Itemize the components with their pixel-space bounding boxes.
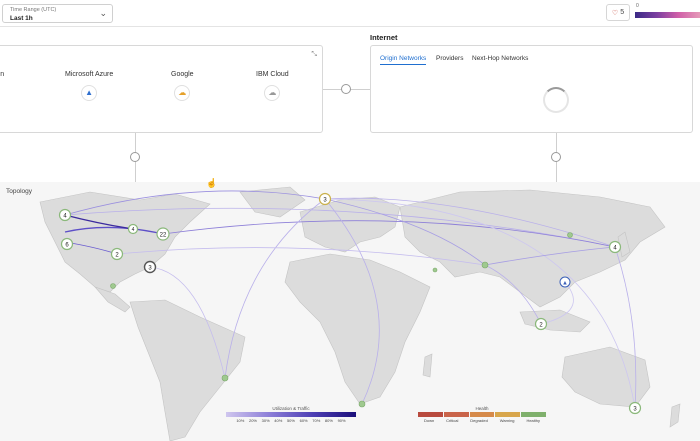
africa bbox=[284, 253, 431, 405]
cloud-item-amazon[interactable]: azon m bbox=[0, 71, 4, 101]
internet-title: Internet bbox=[370, 33, 398, 42]
azure-icon: ▲ bbox=[81, 85, 98, 101]
topology-node[interactable]: 22 bbox=[156, 227, 170, 241]
topology-node[interactable]: 4 bbox=[127, 223, 139, 235]
color-scale-bar bbox=[635, 12, 700, 18]
chevron-down-icon: ⌄ bbox=[99, 8, 107, 18]
health-legend-title: Health bbox=[475, 406, 489, 411]
ibm-cloud-icon: ☁ bbox=[264, 85, 281, 101]
cloud-item-label: Microsoft Azure bbox=[65, 71, 114, 78]
southeast-asia bbox=[519, 309, 591, 333]
svg-text:22: 22 bbox=[160, 233, 167, 239]
topology-node[interactable]: 4 bbox=[58, 208, 72, 222]
heart-icon: ♡ bbox=[611, 9, 619, 17]
australia bbox=[561, 346, 651, 408]
central-america bbox=[94, 286, 131, 313]
cloud-item-label: azon bbox=[0, 71, 5, 78]
cloud-providers-panel: ⤡ azon m Microsoft Azure ▲ Google ☁ IBM … bbox=[0, 45, 323, 133]
utilization-legend: Utilization & Traffic 10% 20% 30% 40% 50… bbox=[226, 406, 356, 436]
tick-label: 90% bbox=[337, 418, 346, 423]
tick-label: 30% bbox=[261, 418, 270, 423]
health-label: Healthy bbox=[526, 418, 540, 423]
tick-label: 10% bbox=[236, 418, 245, 423]
world-map: 4 3 22 2 6 3 4 2 3 4 ▲ bbox=[39, 186, 681, 441]
cloud-item-label: Google bbox=[171, 71, 194, 78]
tick-label: 60% bbox=[299, 418, 308, 423]
topology-label: Topology bbox=[6, 188, 33, 195]
collapse-icon[interactable]: ⤡ bbox=[311, 51, 317, 59]
health-label: Warning bbox=[499, 418, 515, 423]
cloud-item-ibm[interactable]: IBM Cloud ☁ bbox=[256, 71, 289, 101]
health-legend: Health Down Critical Degraded Warning He… bbox=[418, 406, 546, 436]
cloud-item-label: IBM Cloud bbox=[256, 71, 289, 78]
topology-node[interactable]: 4 bbox=[608, 240, 622, 254]
utilization-legend-title: Utilization & Traffic bbox=[272, 406, 310, 411]
topology-node[interactable]: 2 bbox=[534, 317, 548, 331]
topology-node[interactable]: 3 bbox=[628, 401, 642, 415]
favorites-button[interactable]: ♡ 5 bbox=[606, 4, 630, 21]
topology-node[interactable]: 3 bbox=[143, 260, 157, 274]
svg-text:▲: ▲ bbox=[562, 281, 568, 287]
time-range-selector[interactable]: Time Range (UTC) Last 1h ⌄ bbox=[2, 4, 113, 23]
connector-node[interactable] bbox=[551, 152, 561, 162]
tick-label: 20% bbox=[248, 418, 257, 423]
tab-next-hop-networks[interactable]: Next-Hop Networks bbox=[472, 55, 528, 62]
time-range-label: Time Range (UTC) bbox=[10, 7, 57, 13]
utilization-ticks: 10% 20% 30% 40% 50% 60% 70% 80% 90% bbox=[226, 417, 356, 423]
health-seg-warning bbox=[495, 412, 521, 417]
google-cloud-icon: ☁ bbox=[174, 85, 191, 101]
connector-node[interactable] bbox=[130, 152, 140, 162]
loading-spinner bbox=[543, 87, 569, 113]
health-labels: Down Critical Degraded Warning Healthy bbox=[418, 417, 546, 423]
color-scale-start: 0 bbox=[636, 3, 639, 9]
tick-label: 50% bbox=[286, 418, 295, 423]
madagascar bbox=[422, 353, 433, 378]
new-zealand bbox=[669, 403, 681, 428]
tick-label: 70% bbox=[312, 418, 321, 423]
cloud-item-azure[interactable]: Microsoft Azure ▲ bbox=[65, 71, 113, 101]
tick-label: 80% bbox=[324, 418, 333, 423]
topology-map[interactable]: 4 3 22 2 6 3 4 2 3 4 ▲ Topology Utilizat… bbox=[0, 182, 700, 441]
health-seg-degraded bbox=[469, 412, 495, 417]
health-segments bbox=[418, 412, 546, 417]
health-seg-healthy bbox=[521, 412, 546, 417]
cloud-region-icon[interactable]: ▲ bbox=[559, 276, 571, 288]
cloud-item-google[interactable]: Google ☁ bbox=[171, 71, 194, 101]
hand-cursor-icon: ☝ bbox=[206, 178, 218, 188]
health-label: Down bbox=[423, 418, 435, 423]
health-label: Critical bbox=[446, 418, 459, 423]
time-range-value: Last 1h bbox=[10, 15, 33, 22]
svg-text:4: 4 bbox=[132, 227, 135, 233]
tick-label: 40% bbox=[274, 418, 283, 423]
topology-node[interactable]: 2 bbox=[110, 247, 124, 261]
health-label: Degraded bbox=[470, 418, 488, 423]
topology-node[interactable]: 6 bbox=[60, 237, 74, 251]
tab-providers[interactable]: Providers bbox=[436, 55, 463, 62]
health-seg-critical bbox=[443, 412, 469, 417]
favorites-count: 5 bbox=[620, 9, 625, 16]
topology-node[interactable]: 3 bbox=[318, 192, 332, 206]
tab-origin-networks[interactable]: Origin Networks bbox=[380, 55, 427, 65]
internet-panel: Origin Networks Providers Next-Hop Netwo… bbox=[370, 45, 693, 133]
top-bar: Time Range (UTC) Last 1h ⌄ ♡ 5 0 bbox=[0, 0, 700, 27]
health-seg-down bbox=[418, 412, 443, 417]
connector-node[interactable] bbox=[341, 84, 351, 94]
